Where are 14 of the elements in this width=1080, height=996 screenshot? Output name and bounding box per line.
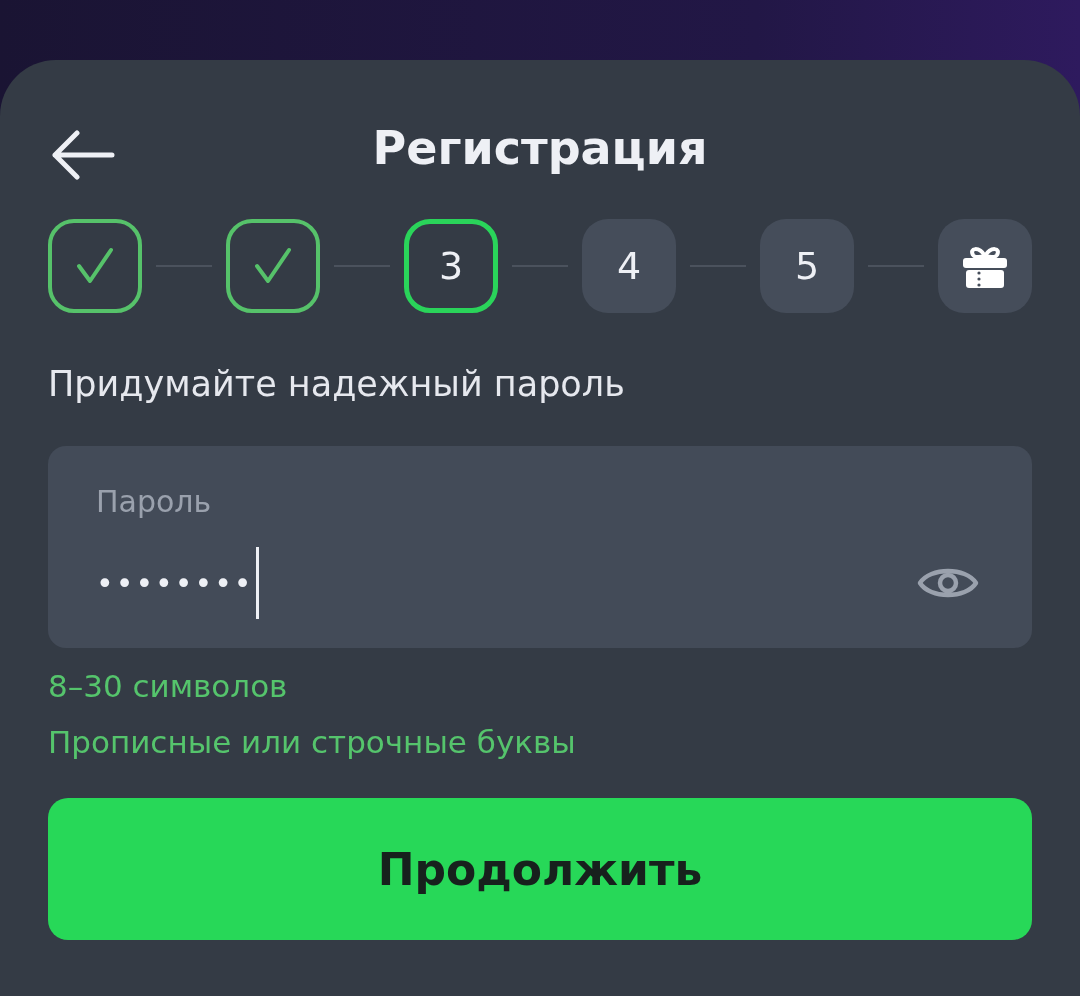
- step-indicator: 5: [760, 219, 854, 313]
- prompt-text: Придумайте надежный пароль: [48, 364, 626, 404]
- password-field[interactable]: Пароль ••••••••: [48, 446, 1032, 648]
- step-indicator: 4: [582, 219, 676, 313]
- checkmark-icon: [75, 246, 115, 286]
- checkmark-icon: [253, 246, 293, 286]
- back-arrow-icon[interactable]: [50, 130, 116, 180]
- continue-button[interactable]: Продолжить: [48, 798, 1032, 940]
- page-title: Регистрация: [372, 121, 708, 175]
- hint-text: 8–30 символов: [48, 668, 288, 704]
- field-label: Пароль: [96, 484, 212, 519]
- hint-text: Прописные или строчные буквы: [48, 724, 576, 760]
- password-value: ••••••••: [96, 565, 254, 601]
- step-indicator: 3: [404, 219, 498, 313]
